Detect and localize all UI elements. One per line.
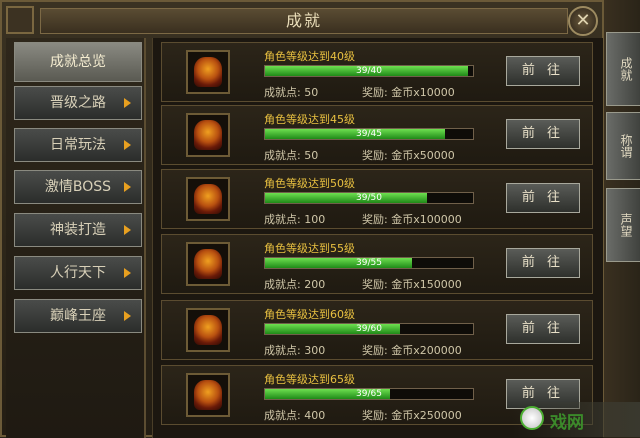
arrow-right-icon [124, 268, 131, 278]
achievement-points: 成就点: 50 [264, 149, 319, 162]
achievement-title: 角色等级达到60级 [264, 308, 355, 321]
progress-text: 39/45 [356, 129, 382, 139]
sidebar-item-daily[interactable]: 日常玩法 [14, 128, 142, 162]
sidebar-item-travel[interactable]: 人行天下 [14, 256, 142, 290]
site-logo-icon [520, 406, 544, 430]
tab-title[interactable]: 称谓 [606, 112, 640, 180]
close-button[interactable]: ✕ [568, 6, 598, 36]
progress-text: 39/55 [356, 258, 382, 268]
achievement-title: 角色等级达到65级 [264, 373, 355, 386]
progress-bar: 39/40 [264, 65, 474, 77]
window-corner-ornament [6, 6, 34, 34]
progress-text: 39/40 [356, 66, 382, 76]
achievement-title: 角色等级达到55级 [264, 242, 355, 255]
achievement-reward: 奖励: 金币x200000 [362, 344, 462, 357]
achievement-row: 角色等级达到45级 39/45 成就点: 50 奖励: 金币x50000 前 往 [161, 105, 593, 165]
window-title: 成就 [40, 8, 568, 34]
tab-achievement[interactable]: 成就 [606, 32, 640, 106]
progress-bar: 39/45 [264, 128, 474, 140]
achievement-medal-icon [186, 308, 230, 352]
sidebar-item-equipment[interactable]: 神装打造 [14, 213, 142, 247]
arrow-right-icon [124, 182, 131, 192]
sidebar-item-throne[interactable]: 巅峰王座 [14, 299, 142, 333]
progress-bar: 39/50 [264, 192, 474, 204]
achievement-reward: 奖励: 金币x100000 [362, 213, 462, 226]
go-button[interactable]: 前 往 [506, 183, 580, 213]
progress-text: 39/65 [356, 389, 382, 399]
achievement-medal-icon [186, 113, 230, 157]
achievement-row: 角色等级达到55级 39/55 成就点: 200 奖励: 金币x150000 前… [161, 234, 593, 294]
achievement-points: 成就点: 50 [264, 86, 319, 99]
sidebar-item-label: 晋级之路 [50, 95, 106, 111]
achievement-medal-icon [186, 177, 230, 221]
progress-text: 39/60 [356, 324, 382, 334]
progress-bar: 39/55 [264, 257, 474, 269]
watermark-text: 戏网 [550, 413, 584, 433]
achievement-medal-icon [186, 50, 230, 94]
achievement-medal-icon [186, 242, 230, 286]
achievement-title: 角色等级达到50级 [264, 177, 355, 190]
achievement-points: 成就点: 300 [264, 344, 326, 357]
achievement-row: 角色等级达到40级 39/40 成就点: 50 奖励: 金币x10000 前 往 [161, 42, 593, 102]
tab-reputation[interactable]: 声望 [606, 188, 640, 262]
achievement-row: 角色等级达到60级 39/60 成就点: 300 奖励: 金币x200000 前… [161, 300, 593, 360]
achievement-title: 角色等级达到40级 [264, 50, 355, 63]
go-button[interactable]: 前 往 [506, 56, 580, 86]
achievement-reward: 奖励: 金币x150000 [362, 278, 462, 291]
achievement-title: 角色等级达到45级 [264, 113, 355, 126]
sidebar-item-label: 激情BOSS [44, 179, 112, 195]
close-icon: ✕ [575, 10, 591, 31]
achievement-medal-icon [186, 373, 230, 417]
watermark: 戏网 [512, 402, 640, 437]
achievement-points: 成就点: 100 [264, 213, 326, 226]
sidebar-item-promotion[interactable]: 晋级之路 [14, 86, 142, 120]
go-button[interactable]: 前 往 [506, 248, 580, 278]
arrow-right-icon [124, 311, 131, 321]
sidebar-item-label: 神装打造 [50, 222, 106, 238]
sidebar-item-boss[interactable]: 激情BOSS [14, 170, 142, 204]
sidebar-item-label: 巅峰王座 [50, 308, 106, 324]
achievement-reward: 奖励: 金币x50000 [362, 149, 455, 162]
achievement-points: 成就点: 200 [264, 278, 326, 291]
achievement-reward: 奖励: 金币x250000 [362, 409, 462, 422]
sidebar-item-overview[interactable]: 成就总览 [14, 42, 142, 82]
sidebar-item-label: 人行天下 [50, 265, 106, 281]
go-button[interactable]: 前 往 [506, 314, 580, 344]
achievement-points: 成就点: 400 [264, 409, 326, 422]
arrow-right-icon [124, 225, 131, 235]
achievement-row: 角色等级达到50级 39/50 成就点: 100 奖励: 金币x100000 前… [161, 169, 593, 229]
arrow-right-icon [124, 98, 131, 108]
progress-bar: 39/60 [264, 323, 474, 335]
sidebar-item-label: 日常玩法 [50, 137, 106, 153]
side-tab-strip: 成就 称谓 声望 [604, 0, 640, 437]
achievement-window: 成就 ✕ 成就总览 晋级之路 日常玩法 激情BOSS 神装打造 人行天下 巅峰王… [0, 0, 604, 438]
go-button[interactable]: 前 往 [506, 119, 580, 149]
sidebar-item-label: 成就总览 [50, 54, 106, 70]
progress-text: 39/50 [356, 193, 382, 203]
progress-bar: 39/65 [264, 388, 474, 400]
arrow-right-icon [124, 140, 131, 150]
achievement-list: 角色等级达到40级 39/40 成就点: 50 奖励: 金币x10000 前 往… [152, 38, 603, 438]
achievement-reward: 奖励: 金币x10000 [362, 86, 455, 99]
category-sidebar: 成就总览 晋级之路 日常玩法 激情BOSS 神装打造 人行天下 巅峰王座 [6, 38, 146, 438]
